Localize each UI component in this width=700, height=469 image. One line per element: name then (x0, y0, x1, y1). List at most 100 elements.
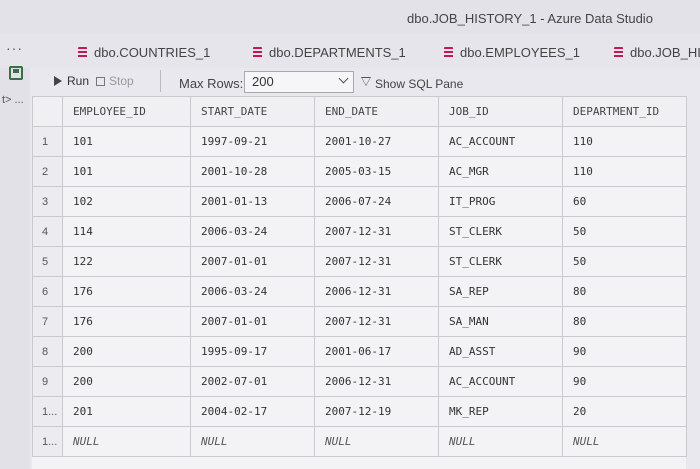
cell-employee-id[interactable]: 176 (62, 276, 191, 307)
cell-department-id[interactable]: 20 (562, 396, 687, 427)
cell-end-date[interactable]: 2006-12-31 (314, 366, 439, 397)
chevron-down-icon (338, 73, 349, 84)
table-row[interactable]: 1... NULL NULL NULL NULL NULL (32, 426, 687, 457)
table-row[interactable]: 3 102 2001-01-13 2006-07-24 IT_PROG 60 (32, 186, 687, 217)
cell-end-date[interactable]: 2001-10-27 (314, 126, 439, 157)
save-icon[interactable] (9, 66, 23, 80)
row-number: 1... (32, 396, 63, 427)
cell-department-id[interactable]: 90 (562, 366, 687, 397)
tab-employees[interactable]: dbo.EMPLOYEES_1 (444, 42, 580, 62)
table-row[interactable]: 8 200 1995-09-17 2001-06-17 AD_ASST 90 (32, 336, 687, 367)
row-number: 5 (32, 246, 63, 277)
play-icon (54, 76, 62, 86)
cell-department-id[interactable]: 50 (562, 246, 687, 277)
run-button[interactable]: Run (54, 74, 89, 88)
cell-job-id[interactable]: NULL (438, 426, 563, 457)
cell-start-date[interactable]: 2007-01-01 (190, 246, 315, 277)
cell-end-date[interactable]: 2005-03-15 (314, 156, 439, 187)
run-label: Run (67, 74, 90, 88)
cell-end-date[interactable]: NULL (314, 426, 439, 457)
cell-job-id[interactable]: AC_ACCOUNT (438, 126, 563, 157)
table-row[interactable]: 1... 201 2004-02-17 2007-12-19 MK_REP 20 (32, 396, 687, 427)
cell-job-id[interactable]: ST_CLERK (438, 216, 563, 247)
cell-employee-id[interactable]: 102 (62, 186, 191, 217)
cell-employee-id[interactable]: 122 (62, 246, 191, 277)
cell-department-id[interactable]: 90 (562, 336, 687, 367)
header-row: EMPLOYEE_ID START_DATE END_DATE JOB_ID D… (32, 96, 687, 127)
cell-end-date[interactable]: 2006-07-24 (314, 186, 439, 217)
cell-employee-id[interactable]: 200 (62, 336, 191, 367)
column-header[interactable]: DEPARTMENT_ID (562, 96, 687, 127)
column-header[interactable]: EMPLOYEE_ID (62, 96, 191, 127)
cell-job-id[interactable]: SA_REP (438, 276, 563, 307)
cell-department-id[interactable]: 80 (562, 306, 687, 337)
cell-start-date[interactable]: NULL (190, 426, 315, 457)
cell-end-date[interactable]: 2007-12-31 (314, 306, 439, 337)
left-rail (0, 68, 30, 469)
cell-start-date[interactable]: 2001-10-28 (190, 156, 315, 187)
filter-icon[interactable] (361, 77, 371, 86)
column-header[interactable]: JOB_ID (438, 96, 563, 127)
cell-employee-id[interactable]: 101 (62, 156, 191, 187)
cell-employee-id[interactable]: 200 (62, 366, 191, 397)
cell-start-date[interactable]: 2007-01-01 (190, 306, 315, 337)
cell-start-date[interactable]: 2001-01-13 (190, 186, 315, 217)
results-grid[interactable]: EMPLOYEE_ID START_DATE END_DATE JOB_ID D… (32, 96, 687, 469)
max-rows-label: Max Rows: (179, 76, 244, 91)
row-number: 4 (32, 216, 63, 247)
cell-employee-id[interactable]: NULL (62, 426, 191, 457)
row-number: 2 (32, 156, 63, 187)
cell-start-date[interactable]: 2006-03-24 (190, 216, 315, 247)
column-header[interactable]: END_DATE (314, 96, 439, 127)
tab-job-history[interactable]: dbo.JOB_HI (614, 42, 700, 62)
row-number: 6 (32, 276, 63, 307)
cell-department-id[interactable]: 110 (562, 156, 687, 187)
cell-employee-id[interactable]: 114 (62, 216, 191, 247)
cell-department-id[interactable]: 60 (562, 186, 687, 217)
max-rows-value: 200 (252, 74, 274, 89)
cell-job-id[interactable]: IT_PROG (438, 186, 563, 217)
table-row[interactable]: 5 122 2007-01-01 2007-12-31 ST_CLERK 50 (32, 246, 687, 277)
cell-job-id[interactable]: AC_MGR (438, 156, 563, 187)
cell-job-id[interactable]: MK_REP (438, 396, 563, 427)
tab-label: dbo.COUNTRIES_1 (94, 44, 211, 60)
cell-start-date[interactable]: 2004-02-17 (190, 396, 315, 427)
tab-departments[interactable]: dbo.DEPARTMENTS_1 (253, 42, 406, 62)
cell-end-date[interactable]: 2001-06-17 (314, 336, 439, 367)
cell-job-id[interactable]: ST_CLERK (438, 246, 563, 277)
cell-end-date[interactable]: 2007-12-19 (314, 396, 439, 427)
table-row[interactable]: 9 200 2002-07-01 2006-12-31 AC_ACCOUNT 9… (32, 366, 687, 397)
max-rows-select[interactable]: 200 (244, 71, 354, 93)
cell-job-id[interactable]: SA_MAN (438, 306, 563, 337)
cell-employee-id[interactable]: 176 (62, 306, 191, 337)
cell-department-id[interactable]: NULL (562, 426, 687, 457)
table-row[interactable]: 6 176 2006-03-24 2006-12-31 SA_REP 80 (32, 276, 687, 307)
table-row[interactable]: 7 176 2007-01-01 2007-12-31 SA_MAN 80 (32, 306, 687, 337)
cell-end-date[interactable]: 2006-12-31 (314, 276, 439, 307)
show-sql-pane-button[interactable]: Show SQL Pane (375, 77, 463, 91)
row-number: 8 (32, 336, 63, 367)
cell-employee-id[interactable]: 201 (62, 396, 191, 427)
cell-start-date[interactable]: 1997-09-21 (190, 126, 315, 157)
cell-department-id[interactable]: 110 (562, 126, 687, 157)
cell-job-id[interactable]: AC_ACCOUNT (438, 366, 563, 397)
cell-start-date[interactable]: 2006-03-24 (190, 276, 315, 307)
cell-start-date[interactable]: 1995-09-17 (190, 336, 315, 367)
table-row[interactable]: 4 114 2006-03-24 2007-12-31 ST_CLERK 50 (32, 216, 687, 247)
cell-start-date[interactable]: 2002-07-01 (190, 366, 315, 397)
column-header[interactable]: START_DATE (190, 96, 315, 127)
cell-end-date[interactable]: 2007-12-31 (314, 216, 439, 247)
cell-employee-id[interactable]: 101 (62, 126, 191, 157)
cell-job-id[interactable]: AD_ASST (438, 336, 563, 367)
more-actions-button[interactable]: ··· (6, 40, 23, 56)
cell-department-id[interactable]: 50 (562, 216, 687, 247)
table-row[interactable]: 1 101 1997-09-21 2001-10-27 AC_ACCOUNT 1… (32, 126, 687, 157)
row-number: 1... (32, 426, 63, 457)
table-icon (444, 46, 453, 58)
stop-button[interactable]: Stop (96, 74, 134, 88)
tab-countries[interactable]: dbo.COUNTRIES_1 (78, 42, 210, 62)
toolbar-divider (160, 70, 161, 92)
cell-department-id[interactable]: 80 (562, 276, 687, 307)
table-row[interactable]: 2 101 2001-10-28 2005-03-15 AC_MGR 110 (32, 156, 687, 187)
cell-end-date[interactable]: 2007-12-31 (314, 246, 439, 277)
